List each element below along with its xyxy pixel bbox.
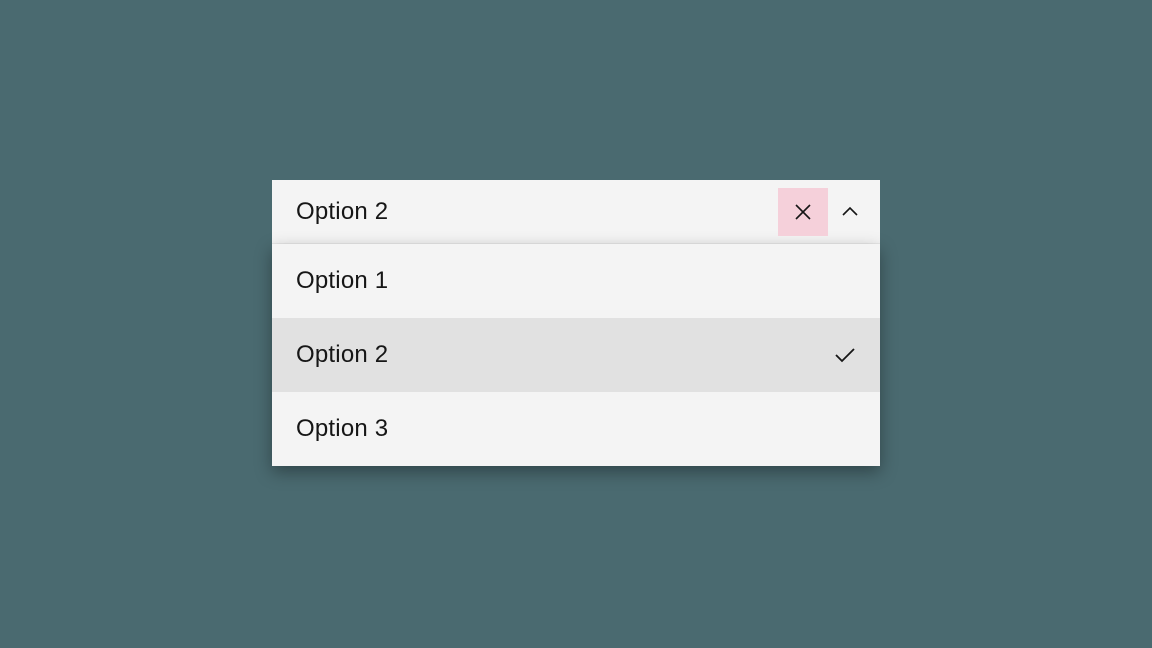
chevron-up-icon (841, 206, 859, 218)
dropdown-menu: Option 1 Option 2 Option 3 (272, 244, 880, 466)
dropdown-option-3[interactable]: Option 3 (272, 392, 880, 466)
dropdown-option-1[interactable]: Option 1 (272, 244, 880, 318)
checkmark-icon (834, 347, 856, 363)
dropdown-selected-label: Option 2 (296, 198, 388, 226)
dropdown-trigger-controls (778, 188, 872, 236)
option-label: Option 1 (296, 267, 388, 295)
close-icon (793, 202, 813, 222)
option-label: Option 2 (296, 341, 388, 369)
option-label: Option 3 (296, 415, 388, 443)
dropdown-trigger[interactable]: Option 2 (272, 180, 880, 244)
toggle-menu-button[interactable] (828, 188, 872, 236)
clear-selection-button[interactable] (778, 188, 828, 236)
dropdown: Option 2 Option 1 (272, 180, 880, 466)
dropdown-option-2[interactable]: Option 2 (272, 318, 880, 392)
